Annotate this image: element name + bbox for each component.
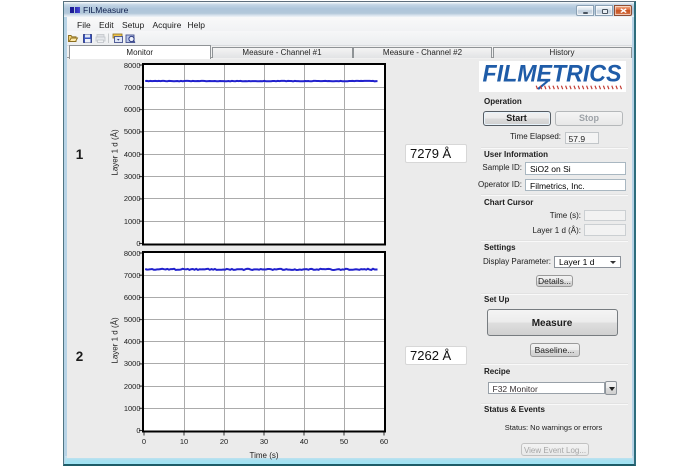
svg-text:FILMETRICS: FILMETRICS xyxy=(483,61,623,88)
